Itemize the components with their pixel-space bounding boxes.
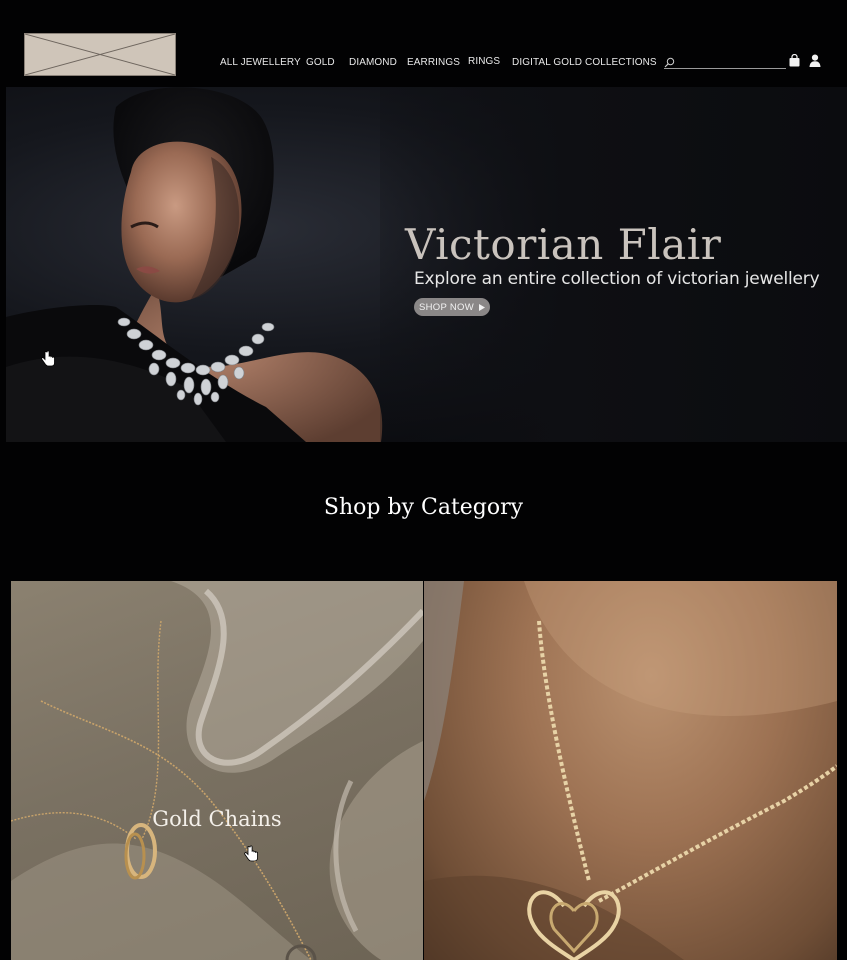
hero-left-border xyxy=(0,87,6,442)
nav-rings[interactable]: RINGS xyxy=(468,56,500,67)
nav-earrings[interactable]: EARRINGS xyxy=(407,57,460,68)
shopping-bag-icon[interactable] xyxy=(789,53,800,72)
user-icon[interactable] xyxy=(809,54,821,72)
image-placeholder-icon xyxy=(25,34,175,75)
nav-diamond[interactable]: DIAMOND xyxy=(349,57,397,68)
shop-now-button[interactable]: SHOP NOW xyxy=(414,298,490,316)
search-input[interactable] xyxy=(678,56,784,68)
play-arrow-icon xyxy=(479,303,485,311)
nav-digital-gold[interactable]: DIGITAL GOLD xyxy=(512,57,582,68)
hero-banner[interactable]: Victorian Flair Explore an entire collec… xyxy=(0,87,847,442)
hero-model-image xyxy=(6,87,383,442)
nav-collections[interactable]: COLLECTIONS xyxy=(585,57,657,68)
category-tile-gold-chains[interactable]: Gold Chains xyxy=(11,581,423,960)
pendant-chain-image xyxy=(424,581,837,960)
shop-now-label: SHOP NOW xyxy=(418,301,474,313)
shop-by-category-heading: Shop by Category xyxy=(323,495,524,520)
nav-gold[interactable]: GOLD xyxy=(306,57,335,68)
site-header: ALL JEWELLERY GOLD DIAMOND EARRINGS RING… xyxy=(0,0,847,87)
logo-placeholder[interactable] xyxy=(24,33,176,76)
category-label-gold-chains: Gold Chains xyxy=(152,807,282,831)
search-bar[interactable] xyxy=(664,56,786,69)
gold-chains-image xyxy=(11,581,423,960)
category-tile-pendants[interactable] xyxy=(424,581,837,960)
hero-subtitle: Explore an entire collection of victoria… xyxy=(414,269,820,289)
hero-title: Victorian Flair xyxy=(405,220,722,269)
search-icon[interactable] xyxy=(664,57,675,68)
nav-all-jewellery[interactable]: ALL JEWELLERY xyxy=(220,57,301,68)
page-edge xyxy=(838,581,847,960)
